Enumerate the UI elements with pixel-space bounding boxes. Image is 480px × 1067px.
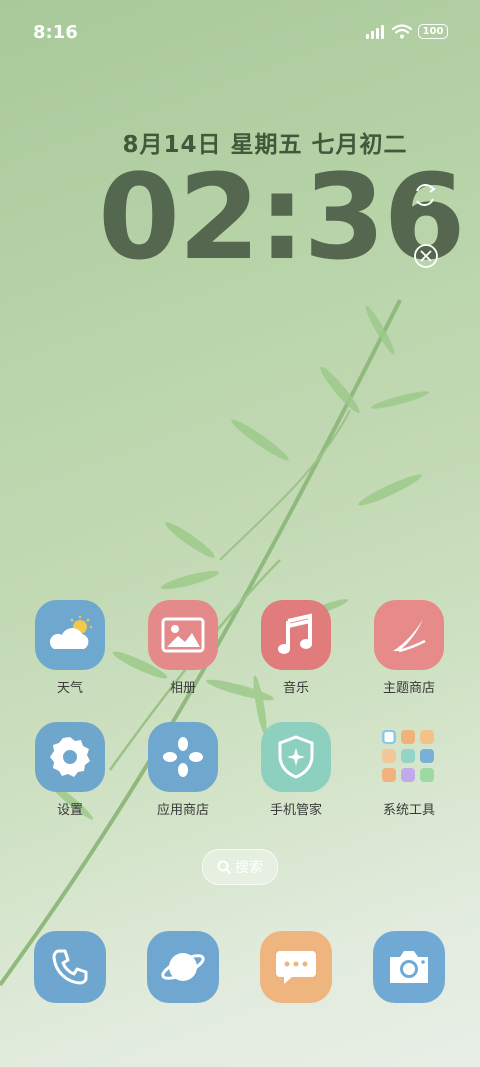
- dock-messages[interactable]: [248, 931, 344, 1003]
- settings-icon: [35, 722, 105, 792]
- app-theme-store[interactable]: 主题商店: [361, 600, 457, 696]
- camera-icon: [373, 931, 445, 1003]
- app-settings[interactable]: 设置: [22, 722, 118, 818]
- dock-camera[interactable]: [361, 931, 457, 1003]
- clock-time[interactable]: 02:36: [98, 158, 466, 276]
- search-label: 搜索: [235, 860, 263, 876]
- refresh-icon[interactable]: [410, 180, 440, 210]
- close-circle-icon[interactable]: [413, 243, 439, 269]
- theme-store-icon: [374, 600, 444, 670]
- search-icon: [217, 860, 231, 874]
- dock-phone[interactable]: [22, 931, 118, 1003]
- app-label: 天气: [56, 681, 83, 696]
- signal-icon: [366, 24, 386, 39]
- app-label: 手机管家: [269, 803, 322, 818]
- status-time: 8:16: [33, 22, 78, 43]
- status-bar: 8:16 100: [0, 0, 480, 68]
- music-icon: [261, 600, 331, 670]
- phone-icon: [34, 931, 106, 1003]
- app-phone-manager[interactable]: 手机管家: [248, 722, 344, 818]
- gallery-icon: [148, 600, 218, 670]
- app-label: 相册: [169, 681, 196, 696]
- app-music[interactable]: 音乐: [248, 600, 344, 696]
- app-label: 系统工具: [382, 803, 435, 818]
- app-system-tools[interactable]: 系统工具: [361, 722, 457, 818]
- system-tools-folder-icon: [374, 722, 444, 792]
- weather-icon: [35, 600, 105, 670]
- phone-manager-icon: [261, 722, 331, 792]
- browser-planet-icon: [147, 931, 219, 1003]
- status-icons: 100: [366, 24, 448, 39]
- messages-icon: [260, 931, 332, 1003]
- app-label: 设置: [56, 803, 83, 818]
- app-app-store[interactable]: 应用商店: [135, 722, 231, 818]
- dock-browser[interactable]: [135, 931, 231, 1003]
- search-button[interactable]: 搜索: [202, 849, 278, 885]
- wifi-icon: [392, 24, 412, 39]
- app-label: 音乐: [282, 681, 309, 696]
- app-store-icon: [148, 722, 218, 792]
- battery-indicator: 100: [418, 24, 448, 39]
- app-label: 主题商店: [382, 681, 435, 696]
- app-label: 应用商店: [156, 803, 209, 818]
- app-gallery[interactable]: 相册: [135, 600, 231, 696]
- app-weather[interactable]: 天气: [22, 600, 118, 696]
